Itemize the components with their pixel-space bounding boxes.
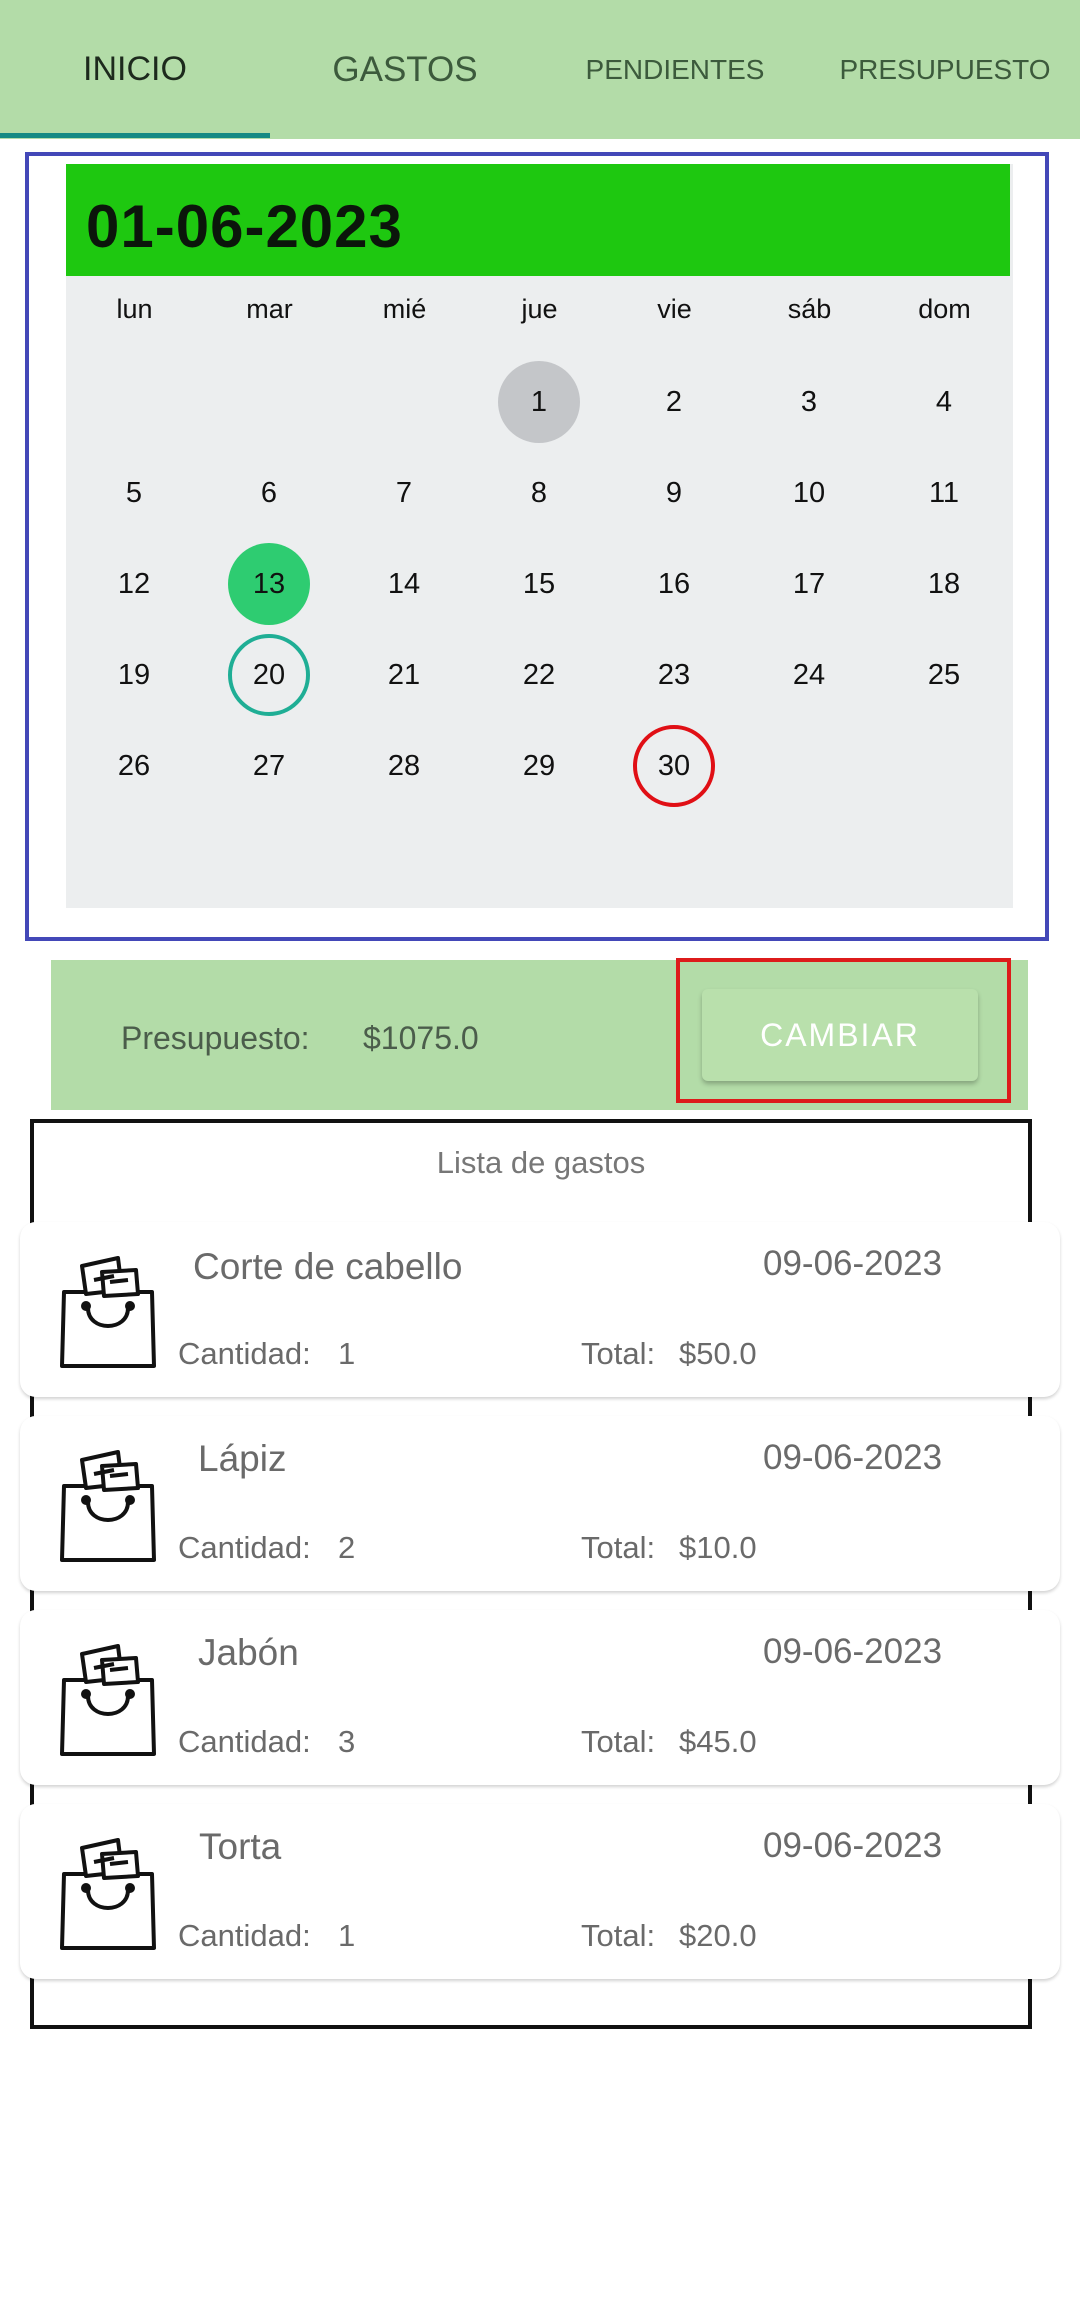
budget-label: Presupuesto: [121,1020,310,1056]
calendar-day[interactable]: 19 [93,634,175,716]
calendar-day[interactable]: 26 [93,725,175,807]
expense-card[interactable]: Corte de cabello 09-06-2023 Cantidad: 1 Tota… [20,1222,1060,1397]
expense-total: $50.0 [679,1336,757,1371]
calendar-day[interactable]: 16 [633,543,715,625]
tab-inicio-label: INICIO [83,50,187,88]
weekday-label: mar [246,294,293,324]
tab-gastos-label: GASTOS [332,49,478,89]
expense-total: $20.0 [679,1918,757,1953]
expense-quantity: 3 [338,1724,356,1759]
tab-inicio[interactable]: INICIO [0,0,270,139]
expense-date: 09-06-2023 [763,1244,943,1283]
calendar-day[interactable]: 24 [768,634,850,716]
tab-pendientes[interactable]: PENDIENTES [540,0,810,139]
calendar-day[interactable]: 4 [903,361,985,443]
weekday-label: sáb [787,294,832,324]
tab-gastos[interactable]: GASTOS [270,0,540,139]
calendar-day[interactable]: 6 [228,452,310,534]
expense-card[interactable]: Torta 09-06-2023 Cantidad: 1 Total: $20.0 [20,1804,1060,1979]
calendar-day[interactable]: 23 [633,634,715,716]
weekday-label: lun [116,294,153,324]
calendar-day[interactable]: 2 [633,361,715,443]
change-budget-button[interactable]: CAMBIAR [702,989,978,1081]
quantity-label: Cantidad: [178,1724,311,1759]
calendar-day[interactable]: 21 [363,634,445,716]
total-label: Total: [581,1530,656,1565]
calendar-day[interactable]: 14 [363,543,445,625]
calendar-day[interactable]: 9 [633,452,715,534]
calendar-day[interactable]: 3 [768,361,850,443]
weekday-label: mié [382,294,427,324]
total-label: Total: [581,1336,656,1371]
weekday-label: jue [521,294,558,324]
tab-bar: INICIO GASTOS PENDIENTES PRESUPUESTO [0,0,1080,139]
calendar-day[interactable]: 29 [498,725,580,807]
calendar-day[interactable]: 12 [93,543,175,625]
expense-name: Lápiz [198,1438,287,1479]
calendar-day[interactable]: 13 [228,543,310,625]
calendar-day[interactable]: 25 [903,634,985,716]
calendar-day[interactable]: 18 [903,543,985,625]
calendar-day[interactable]: 30 [633,725,715,807]
tab-presupuesto[interactable]: PRESUPUESTO [810,0,1080,139]
expense-card[interactable]: Lápiz 09-06-2023 Cantidad: 2 Total: $10.0 [20,1416,1060,1591]
calendar-day[interactable]: 17 [768,543,850,625]
quantity-label: Cantidad: [178,1918,311,1953]
expense-list-title: Lista de gastos [436,1145,646,1180]
quantity-label: Cantidad: [178,1530,311,1565]
calendar-day[interactable]: 10 [768,452,850,534]
expense-date: 09-06-2023 [763,1632,943,1671]
calendar-selected-date: 01-06-2023 [86,193,403,260]
calendar-day[interactable]: 1 [498,361,580,443]
budget-value: $1075.0 [363,1020,479,1056]
calendar-day[interactable]: 20 [228,634,310,716]
shopping-bag-icon [58,1250,158,1370]
shopping-bag-icon [58,1832,158,1952]
expense-name: Jabón [198,1632,299,1673]
expense-quantity: 1 [338,1918,356,1953]
shopping-bag-icon [58,1638,158,1758]
expense-name: Corte de cabello [193,1246,463,1287]
shopping-bag-icon [58,1444,158,1564]
weekday-label: dom [918,294,971,324]
total-label: Total: [581,1724,656,1759]
calendar-day[interactable]: 5 [93,452,175,534]
calendar-day[interactable]: 15 [498,543,580,625]
quantity-label: Cantidad: [178,1336,311,1371]
expense-name: Torta [199,1826,282,1867]
tab-pendientes-label: PENDIENTES [585,53,765,85]
expense-card[interactable]: Jabón 09-06-2023 Cantidad: 3 Total: $45.0 [20,1610,1060,1785]
change-budget-button-label: CAMBIAR [760,1016,920,1053]
expense-date: 09-06-2023 [763,1826,943,1865]
calendar-header: 01-06-2023 [66,164,1010,276]
active-tab-indicator [0,133,270,138]
expense-total: $45.0 [679,1724,757,1759]
weekday-label: vie [657,294,692,324]
calendar-day[interactable]: 27 [228,725,310,807]
calendar-day[interactable]: 28 [363,725,445,807]
expense-quantity: 2 [338,1530,356,1565]
calendar-day[interactable]: 7 [363,452,445,534]
expense-quantity: 1 [338,1336,356,1371]
tab-presupuesto-label: PRESUPUESTO [839,53,1051,85]
expense-total: $10.0 [679,1530,757,1565]
calendar-day[interactable]: 22 [498,634,580,716]
calendar-day[interactable]: 11 [903,452,985,534]
total-label: Total: [581,1918,656,1953]
expense-date: 09-06-2023 [763,1438,943,1477]
calendar-day[interactable]: 8 [498,452,580,534]
